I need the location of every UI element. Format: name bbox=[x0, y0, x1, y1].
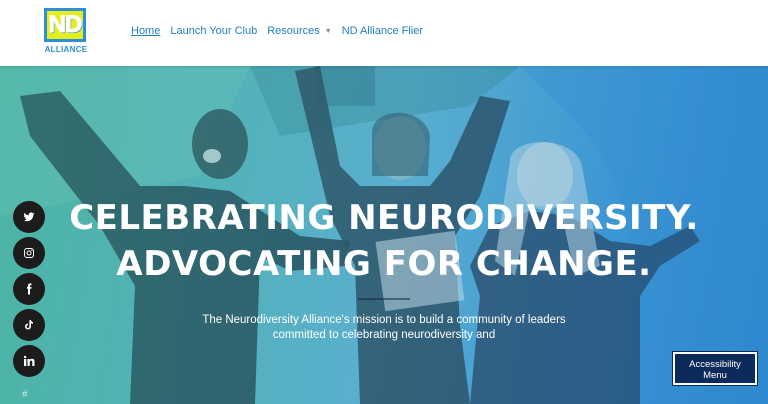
facebook-icon[interactable] bbox=[13, 273, 45, 305]
headline-divider bbox=[358, 298, 410, 300]
hero-headline-line-1: CELEBRATING NEURODIVERSITY. bbox=[69, 198, 699, 238]
twitter-icon[interactable] bbox=[13, 201, 45, 233]
logo-letters: ND bbox=[48, 11, 83, 39]
linkedin-icon[interactable] bbox=[13, 345, 45, 377]
nav-launch-your-club[interactable]: Launch Your Club bbox=[170, 25, 257, 37]
mission-statement: The Neurodiversity Alliance's mission is… bbox=[202, 314, 566, 341]
social-links bbox=[13, 201, 45, 381]
main-nav: Home Launch Your Club Resources ▼ ND All… bbox=[131, 25, 433, 37]
nd-alliance-logo[interactable]: ND ALLIANCE bbox=[44, 8, 88, 56]
accessibility-label-line-1: Accessibility bbox=[689, 359, 741, 370]
site-header: ND ALLIANCE Home Launch Your Club Resour… bbox=[0, 0, 768, 66]
instagram-icon[interactable] bbox=[13, 237, 45, 269]
nav-resources[interactable]: Resources ▼ bbox=[267, 25, 332, 37]
hero-headline-line-2: ADVOCATING FOR CHANGE. bbox=[116, 244, 652, 284]
logo-mark: ND bbox=[44, 8, 86, 42]
hashtag-icon: # bbox=[22, 389, 28, 400]
nav-home[interactable]: Home bbox=[131, 25, 160, 37]
nav-nd-alliance-flier[interactable]: ND Alliance Flier bbox=[342, 25, 423, 37]
tiktok-icon[interactable] bbox=[13, 309, 45, 341]
accessibility-label-line-2: Menu bbox=[703, 370, 727, 381]
nav-resources-label: Resources bbox=[267, 25, 320, 37]
accessibility-menu-button[interactable]: Accessibility Menu bbox=[672, 351, 758, 386]
chevron-down-icon: ▼ bbox=[324, 27, 332, 35]
logo-wordmark: ALLIANCE bbox=[44, 45, 88, 54]
